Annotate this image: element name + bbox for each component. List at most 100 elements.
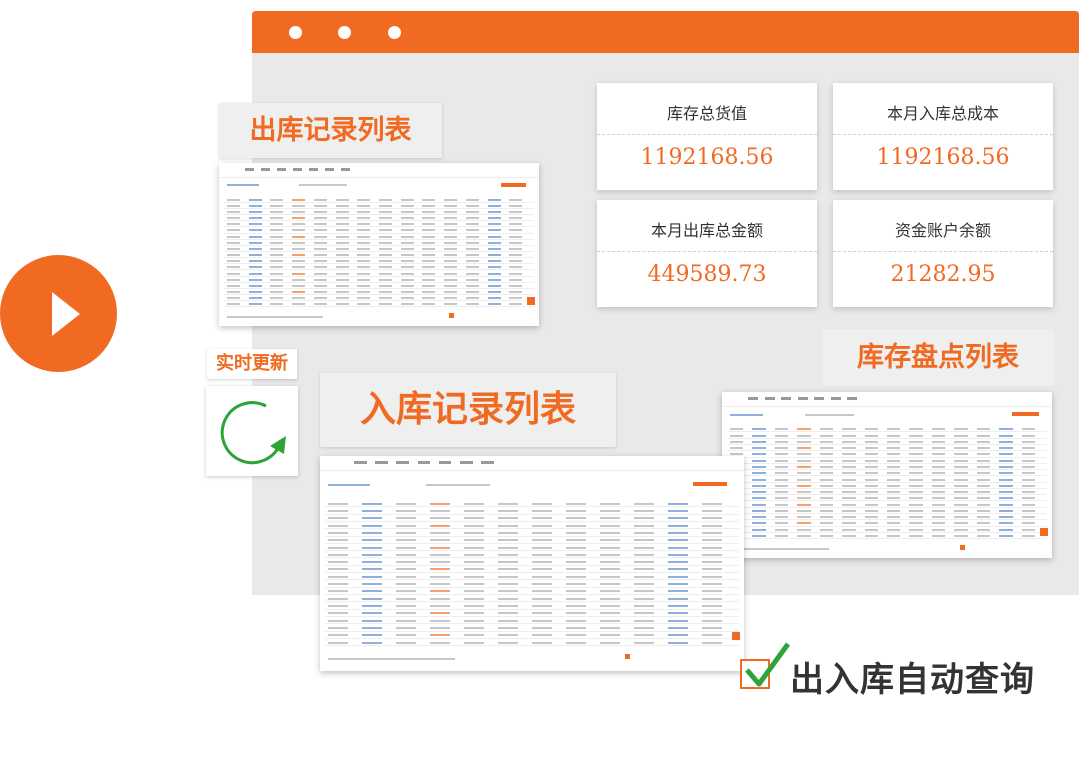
thumb-cell	[498, 546, 519, 549]
window-dot-1[interactable]	[289, 26, 302, 39]
thumb-cell	[702, 531, 723, 534]
thumb-cell	[774, 516, 789, 519]
window-dot-3[interactable]	[388, 26, 401, 39]
thumb-cell	[379, 278, 393, 281]
thumb-cell	[465, 247, 479, 250]
thumb-row-line	[325, 542, 739, 544]
thumb-cell	[774, 509, 789, 512]
thumb-cell	[270, 247, 284, 250]
thumb-cell	[464, 626, 485, 629]
thumb-cell	[566, 531, 587, 534]
thumb-pagination	[730, 548, 829, 551]
thumb-cell	[600, 597, 621, 600]
thumb-cell	[422, 303, 436, 306]
thumb-cell	[487, 210, 501, 213]
thumb-cell	[797, 472, 811, 475]
thumb-cell	[270, 254, 284, 257]
thumb-cell	[819, 497, 834, 500]
thumb-cell	[509, 204, 523, 207]
realtime-box	[206, 386, 298, 476]
thumb-row-line	[727, 494, 1047, 496]
thumb-cell	[842, 465, 856, 468]
thumb-cell	[292, 291, 306, 294]
thumb-cell	[887, 522, 901, 525]
thumb-cell	[931, 428, 946, 431]
divider	[597, 134, 817, 135]
thumb-cell	[999, 491, 1013, 494]
inventory-title: 库存盘点列表	[822, 329, 1054, 386]
thumb-cell	[498, 524, 519, 527]
thumb-cell	[931, 472, 946, 475]
thumb-cell	[999, 465, 1013, 468]
thumb-cell	[634, 531, 655, 534]
thumb-cell	[335, 217, 349, 220]
thumb-cell	[600, 641, 621, 644]
outbound-list-screenshot[interactable]	[219, 163, 539, 326]
thumb-cell	[1021, 453, 1036, 456]
thumb-cell	[357, 198, 371, 201]
thumb-cell	[976, 484, 991, 487]
thumb-cell	[422, 229, 436, 232]
thumb-cell	[752, 509, 766, 512]
thumb-cell	[702, 641, 723, 644]
thumb-cell	[730, 440, 744, 443]
thumb-row-line	[325, 572, 739, 574]
thumb-cell	[379, 303, 393, 306]
thumb-cell	[396, 575, 417, 578]
checkmark-icon	[745, 642, 791, 687]
thumb-cell	[248, 198, 262, 201]
thumb-cell	[444, 254, 458, 257]
thumb-cell	[842, 509, 856, 512]
thumb-cell	[634, 612, 655, 615]
thumb-cell	[270, 260, 284, 263]
inventory-list-screenshot[interactable]	[722, 392, 1052, 558]
thumb-cell	[444, 223, 458, 226]
thumb-cell	[797, 459, 811, 462]
thumb-cell	[976, 440, 991, 443]
thumb-cell	[313, 284, 327, 287]
thumb-cell	[864, 465, 879, 468]
thumb-cell	[464, 553, 485, 556]
thumb-cell	[313, 235, 327, 238]
thumb-cell	[600, 575, 621, 578]
thumb-cell	[1021, 534, 1036, 537]
thumb-cell	[730, 428, 744, 431]
play-icon[interactable]	[52, 292, 80, 336]
thumb-cell	[465, 217, 479, 220]
thumb-cell	[422, 278, 436, 281]
thumb-cell	[532, 502, 553, 505]
thumb-cell	[931, 478, 946, 481]
thumb-cell	[464, 531, 485, 534]
thumb-cell	[887, 491, 901, 494]
thumb-cell	[227, 266, 241, 269]
thumb-cell	[328, 553, 349, 556]
thumb-cell	[752, 516, 766, 519]
thumb-row-line	[224, 269, 534, 271]
thumb-cell	[976, 509, 991, 512]
thumb-filter	[299, 184, 347, 187]
thumb-cell	[400, 210, 414, 213]
thumb-cell	[909, 434, 923, 437]
thumb-cell	[819, 491, 834, 494]
thumb-cell	[509, 229, 523, 232]
thumb-cell	[396, 626, 417, 629]
thumb-cell	[864, 447, 879, 450]
thumb-cell	[227, 217, 241, 220]
thumb-cell	[396, 604, 417, 607]
thumb-cell	[430, 517, 451, 520]
thumb-cell	[396, 634, 417, 637]
thumb-cell	[430, 626, 451, 629]
thumb-cell	[842, 459, 856, 462]
thumb-cell	[328, 546, 349, 549]
thumb-cell	[931, 434, 946, 437]
stat-label: 资金账户余额	[894, 221, 991, 240]
thumb-cell	[498, 502, 519, 505]
thumb-cell	[600, 524, 621, 527]
thumb-cell	[909, 491, 923, 494]
thumb-row-line	[727, 538, 1047, 540]
thumb-cell	[864, 428, 879, 431]
thumb-cell	[532, 583, 553, 586]
inbound-list-screenshot[interactable]	[320, 456, 744, 671]
thumb-cell	[464, 641, 485, 644]
window-dot-2[interactable]	[338, 26, 351, 39]
